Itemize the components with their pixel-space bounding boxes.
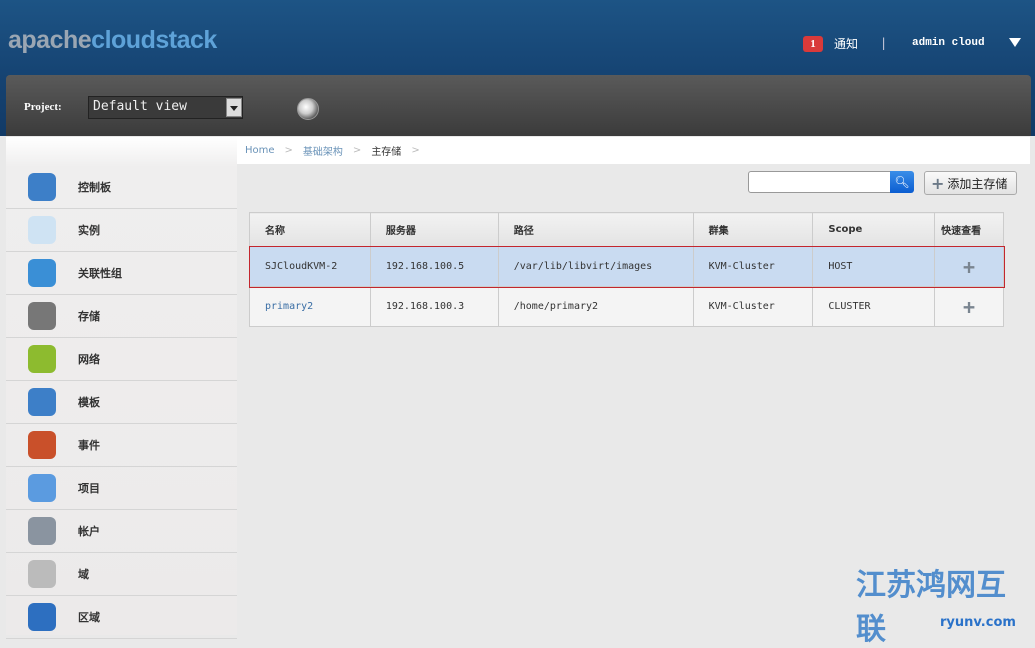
instances-icon [28, 216, 56, 244]
dashboard-icon [28, 173, 56, 201]
notification-count-badge: 1 [803, 35, 823, 52]
projects-icon [28, 474, 56, 502]
sidebar-item-domains[interactable]: 域 [6, 553, 237, 596]
sidebar-item-events[interactable]: 事件 [6, 424, 237, 467]
sidebar-item-projects[interactable]: 项目 [6, 467, 237, 510]
network-icon [28, 345, 56, 373]
column-header[interactable]: 快速查看 [934, 212, 1004, 247]
table-cell: 192.168.100.5 [369, 246, 499, 287]
project-select[interactable]: Default view [88, 96, 243, 119]
add-primary-storage-button[interactable]: + 添加主存储 [924, 171, 1017, 195]
zones-icon [28, 603, 56, 631]
primary-storage-table: 名称 服务器 路径 群集 Scope 快速查看 SJCloudKVM-2 192.168.1… [248, 212, 1005, 327]
sidebar-item-instances[interactable]: 实例 [6, 209, 237, 252]
search-input[interactable] [748, 171, 891, 193]
table-cell: CLUSTER [812, 286, 936, 327]
quick-view-plus-icon[interactable]: + [934, 246, 1004, 287]
logo[interactable]: apachecloudstack [8, 26, 217, 55]
watermark-url: ryunv.com [940, 615, 1016, 630]
sidebar-item-network[interactable]: 网络 [6, 338, 237, 381]
user-menu[interactable]: admin cloud [912, 37, 985, 49]
sidebar: 控制板 实例 关联性组 存储 网络 模板 事件 项目 帐户域区域 [6, 137, 237, 639]
column-header[interactable]: 服务器 [369, 212, 499, 247]
column-header[interactable]: 群集 [692, 212, 814, 247]
sidebar-item-storage[interactable]: 存储 [6, 295, 237, 338]
project-label: Project: [24, 101, 62, 113]
accounts-icon [28, 517, 56, 545]
sidebar-item-zones[interactable]: 区域 [6, 596, 237, 639]
separator: | [880, 36, 888, 50]
table-cell[interactable]: primary2 [249, 286, 371, 327]
plus-icon: + [931, 173, 945, 193]
search-button[interactable]: 🔍︎ [890, 171, 914, 193]
table-cell: /home/primary2 [497, 286, 694, 327]
column-header[interactable]: 路径 [497, 212, 694, 247]
sidebar-item-accounts[interactable]: 帐户 [6, 510, 237, 553]
column-header[interactable]: Scope [812, 212, 936, 247]
sidebar-item-dashboard[interactable]: 控制板 [6, 166, 237, 209]
table-cell[interactable]: SJCloudKVM-2 [249, 246, 371, 287]
breadcrumb-home[interactable]: Home [245, 145, 275, 156]
project-toolbar: Project: Default view [6, 75, 1031, 136]
globe-icon[interactable] [297, 98, 319, 120]
chevron-down-icon [226, 98, 242, 117]
table-cell: /var/lib/libvirt/images [497, 246, 694, 287]
sidebar-item-affinity-groups[interactable]: 关联性组 [6, 252, 237, 295]
table-row[interactable]: SJCloudKVM-2 192.168.100.5/var/lib/libvir… [248, 245, 1005, 288]
breadcrumb-current: 主存储 [371, 147, 402, 158]
table-cell: KVM-Cluster [692, 286, 814, 327]
search-icon: 🔍︎ [894, 175, 910, 189]
domains-icon [28, 560, 56, 588]
column-header[interactable]: 名称 [249, 212, 371, 247]
notifications-button[interactable]: 1 通知 [803, 35, 858, 52]
sidebar-item-templates[interactable]: 模板 [6, 381, 237, 424]
events-icon [28, 431, 56, 459]
table-cell: 192.168.100.3 [369, 286, 499, 327]
table-row[interactable]: primary2 192.168.100.3/home/primary2 KVM-C… [249, 286, 1004, 327]
quick-view-plus-icon[interactable]: + [934, 286, 1004, 327]
table-cell: HOST [812, 246, 936, 287]
templates-icon [28, 388, 56, 416]
chevron-down-icon[interactable] [1009, 38, 1021, 47]
storage-icon [28, 302, 56, 330]
affinity-groups-icon [28, 259, 56, 287]
breadcrumb-infrastructure[interactable]: 基础架构 [303, 143, 343, 158]
table-cell: KVM-Cluster [692, 246, 814, 287]
breadcrumb: Home > 基础架构 > 主存储 > [237, 137, 1030, 164]
